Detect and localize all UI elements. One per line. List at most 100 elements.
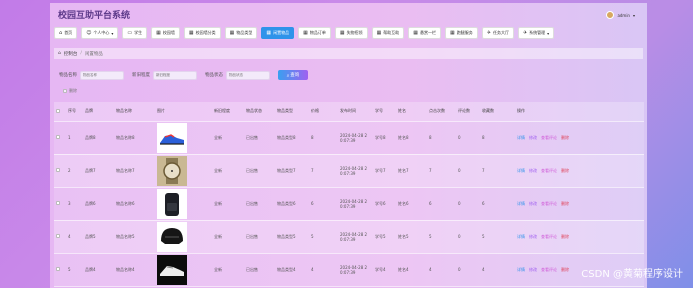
delete-link[interactable]: 删除 [561, 135, 569, 141]
header: 校园互助平台系统 admin ▾ [50, 3, 647, 25]
row-checkbox-cell[interactable] [54, 154, 66, 188]
select-all-checkbox[interactable] [56, 108, 60, 113]
index-cell: 1 [66, 121, 83, 155]
image-cell [155, 220, 212, 254]
edit-link[interactable]: 修改 [529, 234, 537, 240]
column-header: 价格 [309, 102, 338, 122]
name-cell: 物品名称8 [114, 121, 155, 155]
menu-icon: ▦ [376, 29, 382, 36]
detail-link[interactable]: 详情 [517, 201, 525, 207]
nav-item-10[interactable]: ▦ 悬赏一栏 [408, 27, 442, 39]
nav-item-label: 物品订单 [309, 30, 326, 35]
view-comments-link[interactable]: 查看评论 [541, 168, 557, 174]
image-cell [155, 187, 212, 221]
favs-cell: 5 [480, 220, 515, 254]
nav-item-label: 校园墙分类 [195, 30, 216, 35]
status-input[interactable] [226, 70, 270, 80]
row-checkbox[interactable] [56, 234, 60, 238]
table-row[interactable]: 2 品牌7 物品名称7 全新 已出售 物品类型7 7 2024-04-28 2 0:07:39 学… [54, 154, 644, 188]
row-checkbox-cell[interactable] [54, 121, 66, 155]
nav-item-9[interactable]: ▦ 帮助互助 [371, 27, 405, 39]
delete-link[interactable]: 删除 [561, 267, 569, 273]
delete-link[interactable]: 删除 [561, 201, 569, 207]
row-checkbox-cell[interactable] [54, 253, 66, 287]
nav-item-label: 物品类型 [236, 30, 253, 35]
nav-item-2[interactable]: ▭ 学生 [122, 27, 148, 39]
breadcrumb-current: 闲置物品 [84, 51, 103, 57]
edit-link[interactable]: 修改 [529, 135, 537, 141]
status-cell: 已出售 [244, 253, 275, 287]
menu-icon: ☺ [86, 29, 92, 36]
nav-item-3[interactable]: ▦ 校园墙 [151, 27, 180, 39]
row-checkbox[interactable] [56, 201, 60, 205]
nav-item-6[interactable]: ▦ 闲置物品 [261, 27, 295, 39]
row-checkbox[interactable] [56, 267, 60, 271]
detail-link[interactable]: 详情 [517, 267, 525, 273]
nav-item-12[interactable]: ✈ 任务大厅 [481, 27, 514, 39]
name-cell: 物品名称4 [114, 253, 155, 287]
nav-item-label: 帮助互助 [383, 30, 400, 35]
price-cell: 4 [309, 253, 338, 287]
nav-item-13[interactable]: ✈ 系统管理 ▾ [517, 27, 555, 39]
time-line: 0:07:39 [340, 137, 356, 143]
view-comments-link[interactable]: 查看评论 [541, 267, 557, 273]
detail-link[interactable]: 详情 [517, 234, 525, 240]
avatar [606, 11, 615, 19]
edit-link[interactable]: 修改 [529, 168, 537, 174]
status-label: 物品状态 [205, 73, 223, 78]
name-cell: 物品名称5 [114, 220, 155, 254]
user-menu[interactable]: admin ▾ [606, 11, 635, 19]
status-cell: 已出售 [244, 154, 275, 188]
detail-link[interactable]: 详情 [517, 168, 525, 174]
breadcrumb-home[interactable]: 控制台 [64, 51, 78, 57]
time-line: 0:07:39 [340, 203, 356, 209]
condition-cell: 全新 [212, 220, 244, 254]
row-checkbox-cell[interactable] [54, 220, 66, 254]
search-button[interactable]: ⌕ 查询 [278, 70, 308, 80]
delete-link[interactable]: 删除 [561, 168, 569, 174]
table-row[interactable]: 4 品牌5 物品名称5 全新 已出售 物品类型5 5 2024-04-28 2 0:07:39 学… [54, 220, 644, 254]
nav-item-8[interactable]: ▦ 失物招领 [334, 27, 368, 39]
nav-item-7[interactable]: ▦ 物品订单 [298, 27, 331, 39]
nav-item-5[interactable]: ▦ 物品类型 [224, 27, 258, 39]
comments-cell: 0 [456, 253, 480, 287]
bulk-delete-button[interactable]: 删除 [63, 88, 77, 94]
view-comments-link[interactable]: 查看评论 [541, 234, 557, 240]
detail-link[interactable]: 详情 [517, 135, 525, 141]
nav-item-1[interactable]: ☺ 个人中心 ▾ [81, 27, 119, 39]
view-comments-link[interactable]: 查看评论 [541, 135, 557, 141]
edit-link[interactable]: 修改 [529, 201, 537, 207]
nav-item-4[interactable]: ▦ 校园墙分类 [183, 27, 221, 39]
view-comments-link[interactable]: 查看评论 [541, 201, 557, 207]
actions-cell: 详情 修改 查看评论 删除 [515, 121, 644, 155]
nav-item-0[interactable]: ⌂ 首页 [54, 27, 78, 39]
row-checkbox[interactable] [56, 168, 60, 172]
table-row[interactable]: 3 品牌6 物品名称6 全新 已出售 物品类型6 6 2024-04-28 2 0:07:39 学… [54, 187, 644, 221]
menu-icon: ▦ [413, 29, 419, 36]
table-row[interactable]: 1 品牌8 物品名称8 全新 已出售 物品类型8 8 2024-04-28 2 0:07:39 学… [54, 121, 644, 155]
name-cell: 物品名称7 [114, 154, 155, 188]
student-id-cell: 学号6 [373, 187, 396, 221]
condition-input[interactable] [153, 70, 197, 80]
row-checkbox-cell[interactable] [54, 187, 66, 221]
name-input[interactable] [80, 70, 124, 80]
delete-link[interactable]: 删除 [561, 234, 569, 240]
column-header: 学号 [373, 102, 396, 122]
nav-item-label: 闲置物品 [273, 30, 290, 35]
product-image [157, 155, 212, 186]
row-checkbox[interactable] [56, 135, 60, 139]
actions-cell: 详情 修改 查看评论 删除 [515, 220, 644, 254]
time-cell: 2024-04-28 2 0:07:39 [338, 121, 373, 155]
menu-icon: ⌂ [59, 29, 63, 36]
app-title: 校园互助平台系统 [58, 11, 131, 21]
menu-icon: ▦ [156, 29, 161, 36]
edit-link[interactable]: 修改 [529, 267, 537, 273]
type-cell: 物品类型4 [275, 253, 309, 287]
nav-item-11[interactable]: ▦ 跑腿服务 [445, 27, 478, 39]
favs-cell: 8 [480, 121, 515, 155]
status-cell: 已出售 [244, 187, 275, 221]
column-header: 物品类型 [275, 102, 309, 122]
condition-cell: 全新 [212, 187, 244, 221]
table-row[interactable]: 5 品牌4 物品名称4 全新 已出售 物品类型4 4 2024-04-28 2 0:07:39 学… [54, 253, 644, 287]
status-cell: 已出售 [244, 121, 275, 155]
